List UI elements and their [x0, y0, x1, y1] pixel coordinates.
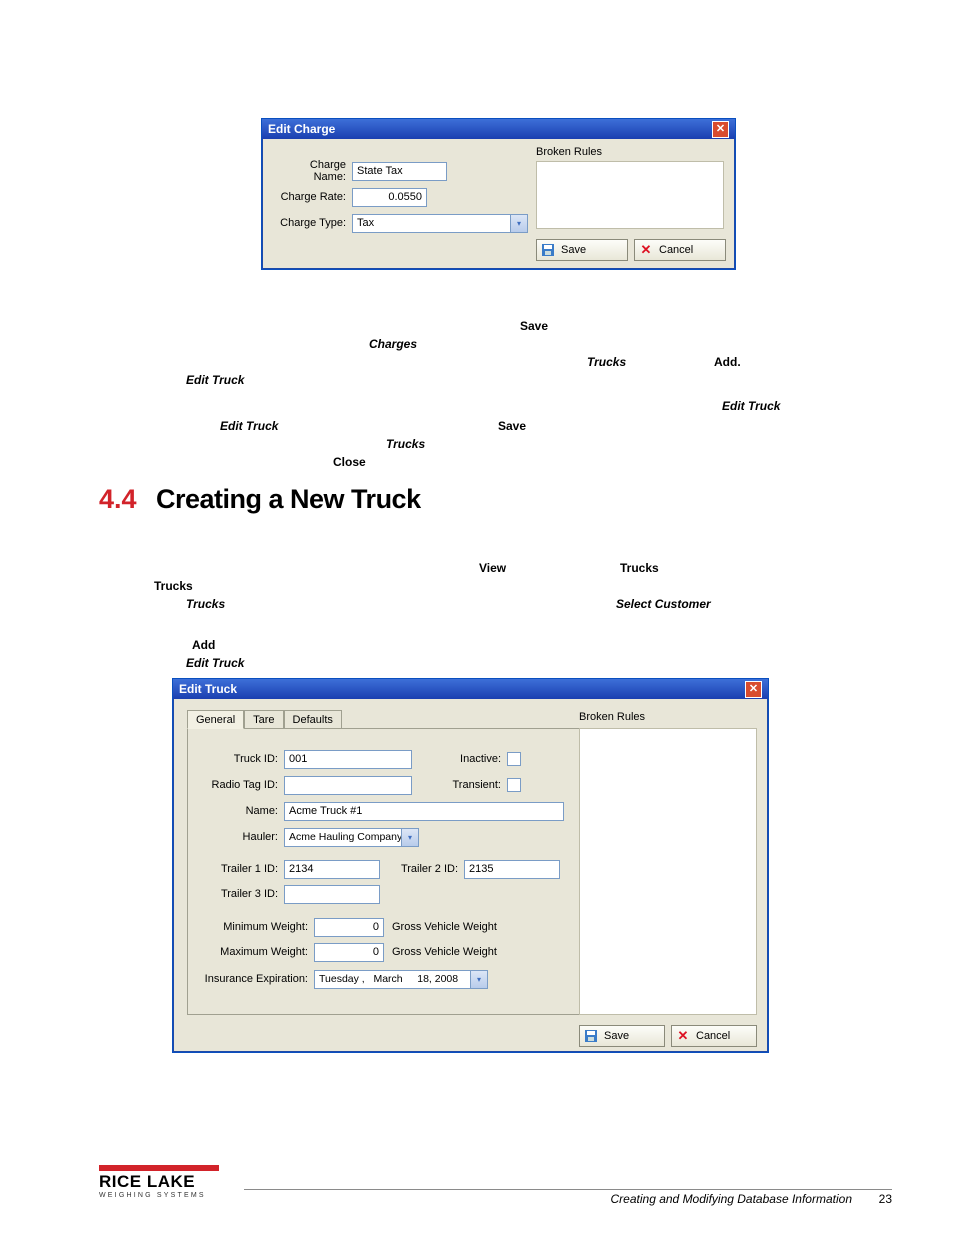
- trailer1-label: Trailer 1 ID:: [188, 863, 278, 875]
- edit-truck-dialog: Edit Truck ✕ General Tare Defaults Truck…: [172, 678, 769, 1053]
- text-charges: Charges: [369, 337, 417, 351]
- text-close: Close: [333, 455, 366, 469]
- footer-rule: [244, 1189, 892, 1190]
- text-add: Add.: [714, 355, 741, 369]
- charge-rate-input[interactable]: [352, 188, 427, 207]
- gvw-label-2: Gross Vehicle Weight: [392, 946, 497, 958]
- broken-rules-label: Broken Rules: [536, 146, 602, 158]
- trailer3-label: Trailer 3 ID:: [188, 888, 278, 900]
- charge-type-value: Tax: [357, 217, 374, 229]
- name-label: Name:: [188, 805, 278, 817]
- hauler-select[interactable]: Acme Hauling Company ▾: [284, 828, 419, 847]
- close-button[interactable]: ✕: [712, 121, 729, 138]
- cancel-x-icon: ✕: [639, 242, 653, 258]
- step-add: Add: [192, 638, 215, 652]
- radio-tag-input[interactable]: [284, 776, 412, 795]
- text-edit-truck-2: Edit Truck: [722, 399, 780, 413]
- charge-name-label: Charge Name:: [276, 159, 346, 183]
- close-icon: ✕: [716, 124, 725, 135]
- brand-tagline: WEIGHING SYSTEMS: [99, 1192, 235, 1199]
- gvw-label-1: Gross Vehicle Weight: [392, 921, 497, 933]
- insurance-date-picker[interactable]: Tuesday , March 18, 2008 ▾: [314, 970, 488, 989]
- text-save: Save: [520, 319, 548, 333]
- trailer1-input[interactable]: [284, 860, 380, 879]
- page-number: 23: [879, 1192, 892, 1206]
- footer-chapter: Creating and Modifying Database Informat…: [611, 1192, 852, 1206]
- edit-charge-titlebar[interactable]: Edit Charge ✕: [262, 119, 735, 139]
- hauler-label: Hauler:: [188, 831, 278, 843]
- trailer3-input[interactable]: [284, 885, 380, 904]
- inactive-checkbox[interactable]: [507, 752, 521, 766]
- min-weight-label: Minimum Weight:: [188, 921, 308, 933]
- edit-charge-title: Edit Charge: [268, 122, 335, 136]
- insurance-exp-label: Insurance Expiration:: [188, 973, 308, 985]
- save-button[interactable]: Save: [536, 239, 628, 261]
- edit-truck-titlebar[interactable]: Edit Truck ✕: [173, 679, 768, 699]
- max-weight-input[interactable]: [314, 943, 384, 962]
- cancel-button[interactable]: ✕ Cancel: [634, 239, 726, 261]
- step-view: View: [479, 561, 506, 575]
- save-label: Save: [604, 1030, 629, 1042]
- charge-type-select[interactable]: Tax ▾: [352, 214, 528, 233]
- radio-tag-label: Radio Tag ID:: [188, 779, 278, 791]
- brand-name: RICE LAKE: [99, 1172, 235, 1192]
- floppy-disk-icon: [541, 244, 555, 256]
- truck-id-label: Truck ID:: [188, 753, 278, 765]
- text-trucks: Trucks: [587, 355, 626, 369]
- tab-tare[interactable]: Tare: [244, 710, 283, 729]
- text-trucks-2: Trucks: [386, 437, 425, 451]
- broken-rules-panel: [536, 161, 724, 229]
- section-title: Creating a New Truck: [156, 484, 421, 515]
- chevron-down-icon: ▾: [401, 829, 418, 846]
- step-trucks-italic: Trucks: [186, 597, 225, 611]
- brand-logo: RICE LAKE WEIGHING SYSTEMS: [99, 1165, 235, 1199]
- insurance-date-value: Tuesday , March 18, 2008: [319, 973, 458, 985]
- edit-charge-dialog: Edit Charge ✕ Charge Name: Charge Rate: …: [261, 118, 736, 270]
- hauler-value: Acme Hauling Company: [289, 831, 402, 843]
- trailer2-input[interactable]: [464, 860, 560, 879]
- save-button[interactable]: Save: [579, 1025, 665, 1047]
- brand-red-bar-icon: [99, 1165, 219, 1171]
- text-save-2: Save: [498, 419, 526, 433]
- broken-rules-panel: [579, 728, 757, 1015]
- transient-label: Transient:: [446, 779, 501, 791]
- step-trucks-bold: Trucks: [154, 579, 193, 593]
- text-edit-truck-3: Edit Truck: [220, 419, 278, 433]
- floppy-disk-icon: [584, 1030, 598, 1042]
- chevron-down-icon: ▾: [470, 971, 487, 988]
- text-edit-truck: Edit Truck: [186, 373, 244, 387]
- charge-type-label: Charge Type:: [276, 217, 346, 229]
- chevron-down-icon: ▾: [510, 215, 527, 232]
- save-label: Save: [561, 244, 586, 256]
- edit-truck-title: Edit Truck: [179, 682, 237, 696]
- tab-general[interactable]: General: [187, 710, 244, 729]
- section-number: 4.4: [99, 484, 137, 515]
- close-button[interactable]: ✕: [745, 681, 762, 698]
- charge-name-input[interactable]: [352, 162, 447, 181]
- max-weight-label: Maximum Weight:: [188, 946, 308, 958]
- inactive-label: Inactive:: [446, 753, 501, 765]
- step-edit-truck: Edit Truck: [186, 656, 244, 670]
- step-select-customer: Select Customer: [616, 597, 711, 611]
- truck-id-input[interactable]: [284, 750, 412, 769]
- cancel-button[interactable]: ✕ Cancel: [671, 1025, 757, 1047]
- min-weight-input[interactable]: [314, 918, 384, 937]
- broken-rules-label: Broken Rules: [579, 711, 645, 723]
- transient-checkbox[interactable]: [507, 778, 521, 792]
- cancel-label: Cancel: [659, 244, 693, 256]
- charge-rate-label: Charge Rate:: [276, 191, 346, 203]
- name-input[interactable]: [284, 802, 564, 821]
- close-icon: ✕: [749, 684, 758, 695]
- tab-defaults[interactable]: Defaults: [284, 710, 342, 729]
- cancel-label: Cancel: [696, 1030, 730, 1042]
- step-trucks: Trucks: [620, 561, 659, 575]
- cancel-x-icon: ✕: [676, 1028, 690, 1044]
- trailer2-label: Trailer 2 ID:: [388, 863, 458, 875]
